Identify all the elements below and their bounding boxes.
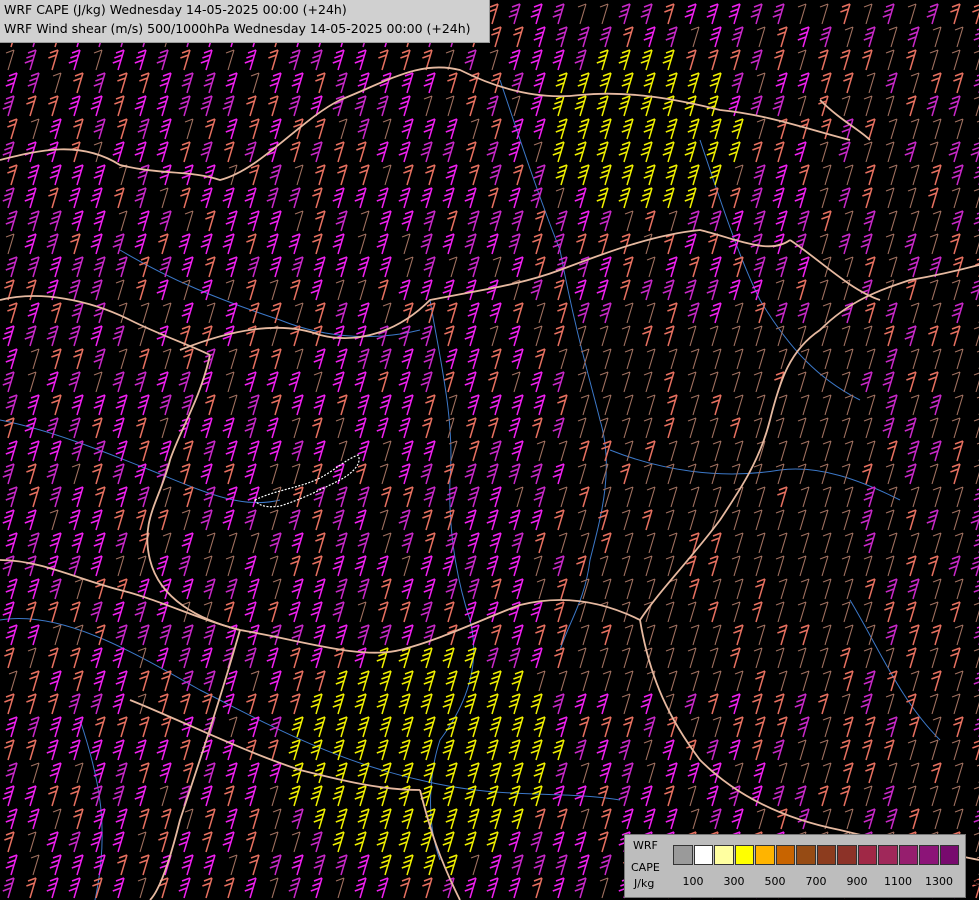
legend-swatch <box>857 845 877 865</box>
legend-swatch <box>775 845 795 865</box>
wind-shear-map <box>0 0 979 900</box>
legend-swatch <box>734 845 754 865</box>
legend-swatch <box>878 845 898 865</box>
legend-tick-label: 1100 <box>884 875 912 888</box>
legend-tick-label: 100 <box>682 875 704 888</box>
legend-swatch <box>714 845 734 865</box>
legend-tick-label: 1500 <box>966 875 979 888</box>
cape-legend: WRF CAPE J/kg 100 300 500 700 900 1100 1300 150… <box>624 834 979 898</box>
legend-swatch <box>693 845 713 865</box>
legend-swatch <box>755 845 775 865</box>
legend-swatch <box>816 845 836 865</box>
legend-unit-label: J/kg <box>634 877 655 890</box>
legend-field-label: CAPE <box>631 861 660 874</box>
legend-tick-label: 500 <box>764 875 786 888</box>
legend-tick-label: 1300 <box>925 875 953 888</box>
legend-swatch <box>837 845 857 865</box>
legend-tick-label: 900 <box>846 875 868 888</box>
legend-swatch <box>673 845 693 865</box>
cape-title: WRF CAPE (J/kg) Wednesday 14-05-2025 00:… <box>4 2 347 17</box>
wind-shear-title: WRF Wind shear (m/s) 500/1000hPa Wednesd… <box>4 21 471 36</box>
legend-swatch <box>919 845 939 865</box>
legend-swatch <box>939 845 959 865</box>
legend-swatch <box>898 845 918 865</box>
map-title-box: WRF CAPE (J/kg) Wednesday 14-05-2025 00:… <box>0 0 490 43</box>
legend-tick-label: 700 <box>805 875 827 888</box>
legend-model-label: WRF <box>633 839 658 852</box>
legend-swatch <box>796 845 816 865</box>
legend-tick-label: 300 <box>723 875 745 888</box>
